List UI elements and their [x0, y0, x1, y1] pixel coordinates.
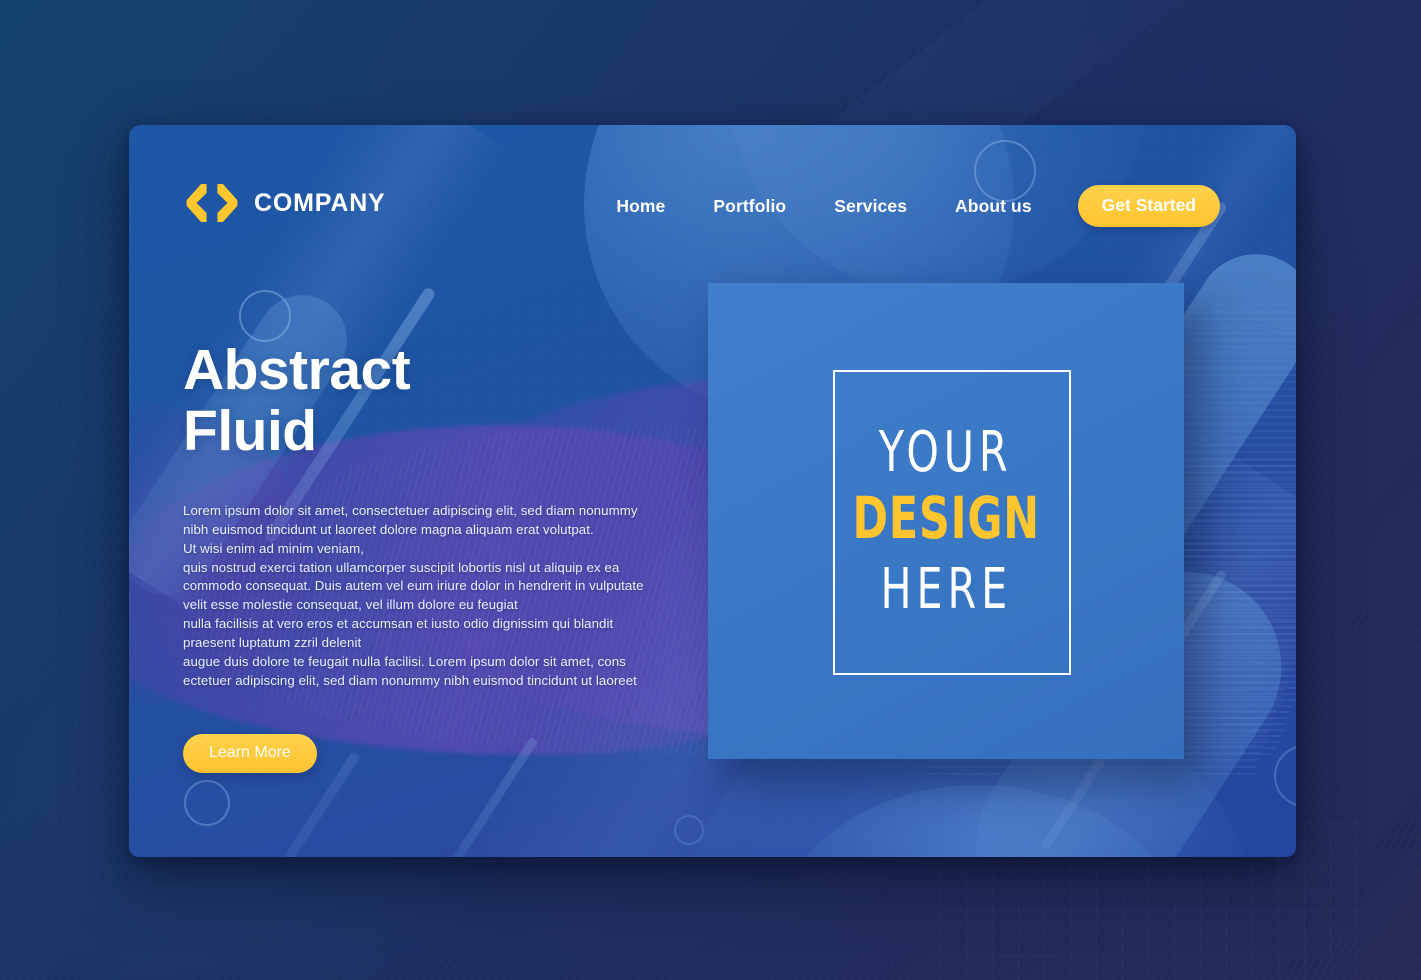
design-line-design: DESIGN	[852, 484, 1040, 553]
design-card-text: YOUR DESIGN HERE	[708, 283, 1184, 759]
paragraph-line: praesent luptatum zzril delenit	[183, 635, 362, 651]
hero-paragraph: Lorem ipsum dolor sit amet, consectetuer…	[183, 502, 703, 691]
decor-ring-5	[674, 815, 704, 845]
headline-line-2: Fluid	[183, 398, 317, 463]
decor-ring-4	[1274, 745, 1296, 807]
code-brackets-icon	[186, 183, 238, 223]
paragraph-line: velit esse molestie consequat, vel illum…	[183, 597, 518, 613]
design-line-your: YOUR	[879, 420, 1013, 486]
paragraph-line: Ut wisi enim ad minim veniam,	[183, 540, 365, 556]
nav-item-about-us[interactable]: About us	[931, 196, 1056, 217]
design-placeholder-card[interactable]: YOUR DESIGN HERE	[708, 283, 1184, 759]
decor-ring-3	[184, 780, 230, 826]
paragraph-line: nulla facilisis at vero eros et accumsan…	[183, 616, 614, 632]
navbar: COMPANY Home Portfolio Services About us…	[129, 125, 1296, 285]
get-started-button[interactable]: Get Started	[1077, 185, 1220, 227]
paragraph-line: augue duis dolore te feugait nulla facil…	[183, 653, 626, 669]
design-line-here: HERE	[880, 556, 1012, 622]
nav-item-home[interactable]: Home	[592, 196, 689, 217]
brand-name: COMPANY	[254, 188, 386, 217]
decor-ring-1	[239, 290, 291, 342]
paragraph-line: quis nostrud exerci tation ullamcorper s…	[183, 559, 620, 575]
paragraph-line: commodo consequat. Duis autem vel eum ir…	[183, 578, 644, 594]
nav-item-portfolio[interactable]: Portfolio	[689, 196, 810, 217]
page-title: Abstract Fluid	[183, 340, 703, 462]
brand-logo[interactable]: COMPANY	[183, 181, 386, 225]
learn-more-button[interactable]: Learn More	[183, 733, 317, 773]
decor-circle-bottom-2	[769, 785, 1189, 857]
paragraph-line: nibh euismod tincidunt ut laoreet dolore…	[183, 521, 594, 537]
paragraph-line: ectetuer adipiscing elit, sed diam nonum…	[183, 672, 637, 688]
nav-menu: Home Portfolio Services About us Get Sta…	[592, 185, 1220, 227]
nav-item-services[interactable]: Services	[810, 196, 931, 217]
hero-content: Abstract Fluid Lorem ipsum dolor sit ame…	[183, 340, 703, 773]
headline-line-1: Abstract	[183, 338, 411, 402]
paragraph-line: Lorem ipsum dolor sit amet, consectetuer…	[183, 502, 638, 518]
